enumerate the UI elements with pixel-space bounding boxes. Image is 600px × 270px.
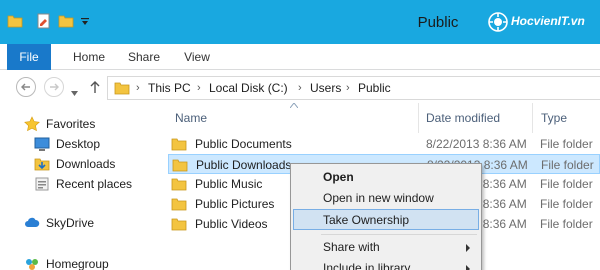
breadcrumb-public[interactable]: Public [358,77,391,99]
folder-icon [172,159,188,172]
menu-item-share-with[interactable]: Share with [293,237,479,258]
file-name: Public Downloads [196,158,292,172]
folder-icon [171,138,187,151]
homegroup-icon [26,259,38,270]
menu-item-open[interactable]: Open [293,167,479,188]
folder-icon [114,80,130,99]
window-title: Public [417,14,459,31]
address-row: › This PC › Local Disk (C:) › Users › Pu… [0,71,600,103]
nav-label: Recent places [56,177,133,191]
menu-separator [321,234,477,235]
nav-label: Favorites [46,117,96,131]
customize-quick-access-icon[interactable] [80,16,90,30]
cloud-icon [25,217,40,227]
folder-icon [171,218,187,231]
arrow-left-icon [21,83,30,91]
arrow-right-icon [50,83,59,91]
menu-item-include-in-library[interactable]: Include in library [293,258,479,270]
tab-home[interactable]: Home [64,44,114,70]
file-date: 8/22/2013 8:36 AM [426,137,527,151]
file-type: File folder [540,217,593,231]
breadcrumb-users[interactable]: Users [310,77,341,99]
watermark-logo: HocvienIT.vn [487,10,600,34]
file-type: File folder [540,177,593,191]
breadcrumb-local-disk[interactable]: Local Disk (C:) [209,77,288,99]
menu-item-label: Open [323,170,354,184]
nav-label: Desktop [56,137,101,151]
breadcrumb-separator[interactable]: › [298,77,302,99]
column-header-name[interactable]: Name [175,108,207,128]
column-header-type[interactable]: Type [541,108,567,128]
breadcrumb-separator[interactable]: › [136,77,140,99]
breadcrumb-this-pc[interactable]: This PC [148,77,191,99]
new-folder-icon[interactable] [58,13,74,32]
recent-places-icon [35,177,49,191]
properties-icon[interactable] [36,13,52,32]
folder-icon[interactable] [7,13,23,32]
sort-ascending-icon [290,103,298,108]
up-arrow-icon[interactable] [89,80,101,97]
navigation-pane: Favorites Desktop Downloads Recent place… [0,103,160,270]
file-name: Public Music [195,177,263,191]
file-type: File folder [541,158,594,172]
forward-button[interactable] [44,77,64,97]
title-bar: Public HocvienIT.vn [0,0,600,44]
recent-locations-icon[interactable] [71,85,78,99]
downloads-icon [34,158,50,171]
submenu-arrow-icon [466,265,470,270]
nav-label: SkyDrive [46,216,95,230]
menu-item-take-ownership[interactable]: Take Ownership [293,209,479,230]
nav-label: Downloads [56,157,116,171]
submenu-arrow-icon [466,244,470,252]
nav-label: Homegroup [46,257,109,270]
file-name: Public Documents [195,137,292,151]
folder-icon [171,178,187,191]
tab-share[interactable]: Share [120,44,168,70]
breadcrumb-separator[interactable]: › [346,77,350,99]
file-name: Public Videos [195,217,268,231]
watermark-text: HocvienIT.vn [511,14,585,28]
column-header-date-modified[interactable]: Date modified [426,108,500,128]
tab-view[interactable]: View [174,44,220,70]
context-menu: Open Open in new window Take Ownership S… [290,163,482,270]
menu-item-label: Share with [323,240,380,254]
menu-item-label: Open in new window [323,191,434,205]
menu-item-label: Take Ownership [323,213,410,227]
star-icon [24,116,40,132]
file-type: File folder [540,137,593,151]
column-divider[interactable] [532,103,533,133]
menu-item-open-in-new-window[interactable]: Open in new window [293,188,479,209]
address-bar[interactable]: › This PC › Local Disk (C:) › Users › Pu… [107,76,600,100]
folder-icon [171,198,187,211]
breadcrumb-separator[interactable]: › [197,77,201,99]
desktop-icon [34,137,50,151]
menu-item-label: Include in library [323,261,411,270]
file-name: Public Pictures [195,197,275,211]
tab-file[interactable]: File [7,44,51,70]
file-type: File folder [540,197,593,211]
ribbon-tabs: File Home Share View [0,44,600,70]
back-button[interactable] [16,77,36,97]
table-row[interactable]: Public Documents 8/22/2013 8:36 AM File … [168,134,600,154]
column-divider[interactable] [418,103,419,133]
